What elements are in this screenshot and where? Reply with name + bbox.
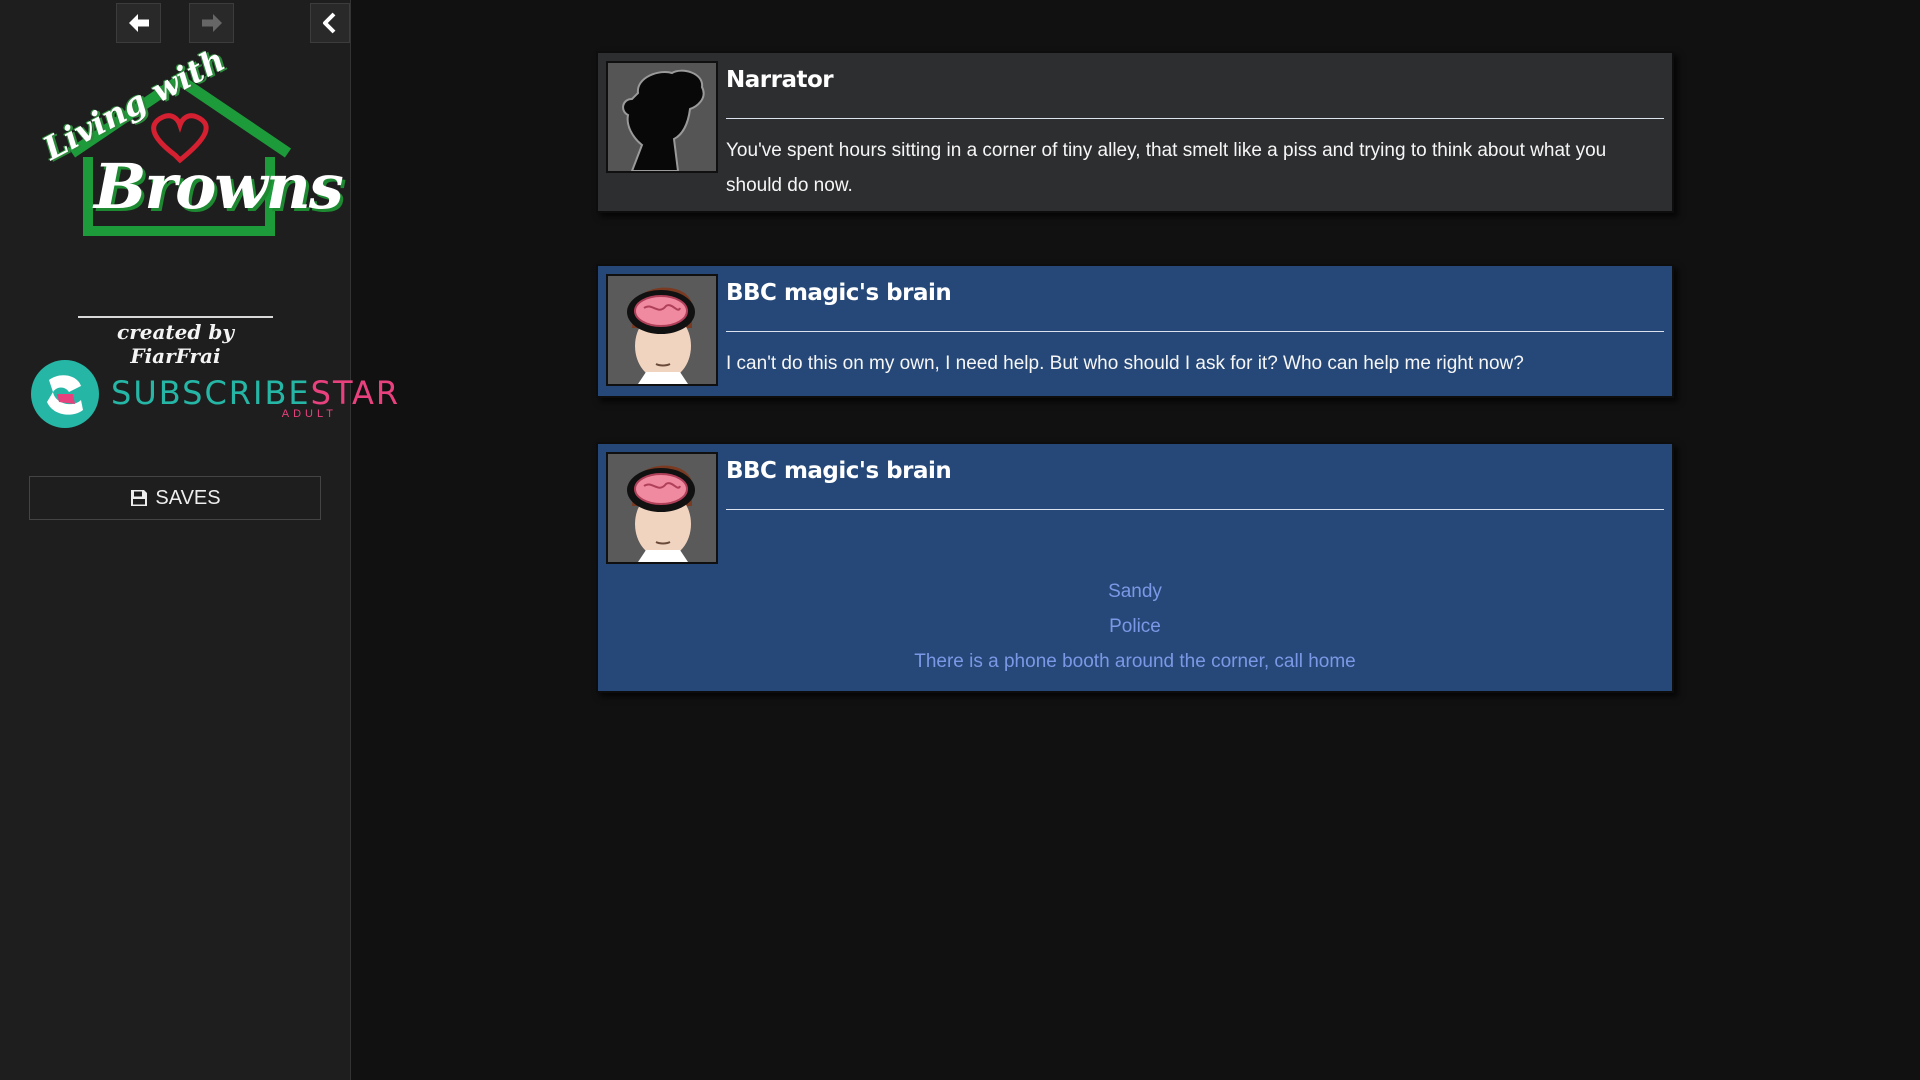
subscribestar-subtext: ADULT <box>281 408 337 420</box>
logo-main-text: Browns <box>94 150 344 223</box>
silhouette-avatar-icon <box>608 63 716 171</box>
chevron-left-icon <box>323 12 336 34</box>
floppy-disk-icon <box>131 490 148 506</box>
narrator-avatar <box>606 61 718 173</box>
dialogue-text: You've spent hours sitting in a corner o… <box>726 140 1607 196</box>
speaker-name: Narrator <box>726 61 1664 119</box>
subscribestar-part2: STAR <box>310 374 401 412</box>
choice-message: BBC magic's brain Sandy Police There is … <box>596 442 1674 693</box>
subscribestar-part1: SUBSCRIBE <box>111 374 311 412</box>
subscribestar-wordmark: SUBSCRIBESTAR <box>111 374 400 412</box>
arrow-right-icon <box>201 14 222 32</box>
collapse-sidebar-button[interactable] <box>310 3 350 43</box>
choice-list: Sandy Police There is a phone booth arou… <box>606 566 1664 683</box>
narrator-message: Narrator You've spent hours sitting in a… <box>596 51 1674 213</box>
brain-avatar-icon <box>608 454 716 562</box>
forward-button[interactable] <box>189 3 234 43</box>
subscribestar-link[interactable]: SUBSCRIBESTAR ADULT <box>29 358 398 430</box>
brain-avatar-icon <box>608 276 716 384</box>
dialogue-text: I can't do this on my own, I need help. … <box>726 353 1524 374</box>
choice-sandy[interactable]: Sandy <box>606 574 1664 609</box>
back-button[interactable] <box>116 3 161 43</box>
speaker-name: BBC magic's brain <box>726 274 1664 332</box>
subscribestar-logo-icon <box>31 360 99 428</box>
choice-call-home[interactable]: There is a phone booth around the corner… <box>606 644 1664 679</box>
choice-police[interactable]: Police <box>606 609 1664 644</box>
brain-message: BBC magic's brain I can't do this on my … <box>596 264 1674 398</box>
saves-label: SAVES <box>155 486 221 509</box>
game-logo: Living with Browns <box>30 40 344 245</box>
arrow-left-icon <box>128 14 149 32</box>
speaker-name: BBC magic's brain <box>726 452 1664 510</box>
brain-avatar <box>606 274 718 386</box>
brain-avatar <box>606 452 718 564</box>
saves-button[interactable]: SAVES <box>29 476 321 520</box>
sidebar: Living with Browns created by FiarFrai S… <box>0 0 398 1080</box>
